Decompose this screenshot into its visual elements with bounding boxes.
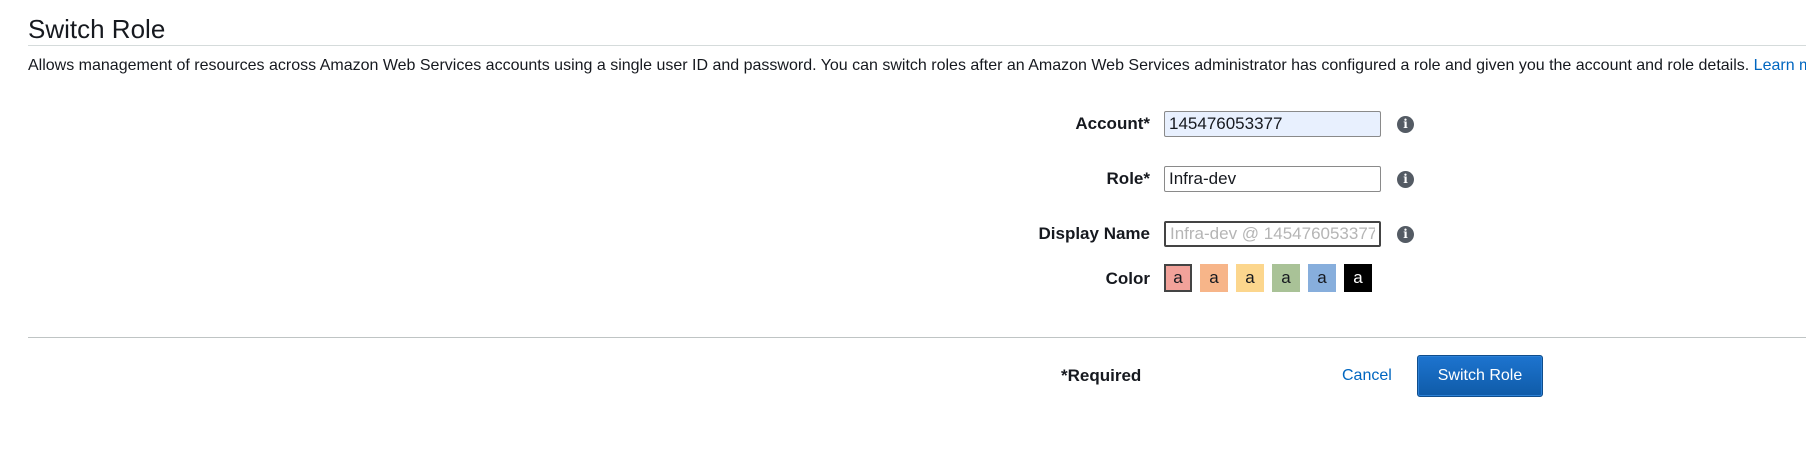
info-icon[interactable]: i — [1397, 171, 1414, 188]
account-input[interactable] — [1164, 111, 1381, 137]
color-swatch-1[interactable]: a — [1164, 264, 1192, 292]
info-icon[interactable]: i — [1397, 116, 1414, 133]
color-swatch-5[interactable]: a — [1308, 264, 1336, 292]
role-label: Role* — [1106, 169, 1150, 188]
learn-more-link[interactable]: Learn more. — [1754, 57, 1806, 74]
color-swatch-3[interactable]: a — [1236, 264, 1264, 292]
cancel-button[interactable]: Cancel — [1342, 362, 1392, 390]
color-swatch-2[interactable]: a — [1200, 264, 1228, 292]
account-label: Account* — [1075, 114, 1150, 133]
page-description: Allows management of resources across Am… — [28, 55, 1806, 77]
color-swatch-4[interactable]: a — [1272, 264, 1300, 292]
page-title: Switch Role — [28, 14, 166, 44]
form-divider — [28, 337, 1806, 338]
required-note: *Required — [1061, 366, 1142, 385]
display-name-row: Display Name i — [0, 220, 1806, 248]
info-icon[interactable]: i — [1397, 226, 1414, 243]
role-row: Role* i — [0, 165, 1806, 193]
title-divider — [28, 45, 1806, 46]
color-row: Color — [0, 265, 1806, 293]
role-input[interactable] — [1164, 166, 1381, 192]
description-text: Allows management of resources across Am… — [28, 57, 1750, 74]
display-name-input[interactable] — [1164, 221, 1381, 247]
account-row: Account* i — [0, 110, 1806, 138]
color-label: Color — [1105, 269, 1150, 288]
color-swatch-6[interactable]: a — [1344, 264, 1372, 292]
display-name-label: Display Name — [1038, 224, 1151, 243]
switch-role-page: Switch Role Allows management of resourc… — [0, 0, 1806, 459]
switch-role-button[interactable]: Switch Role — [1417, 355, 1543, 397]
